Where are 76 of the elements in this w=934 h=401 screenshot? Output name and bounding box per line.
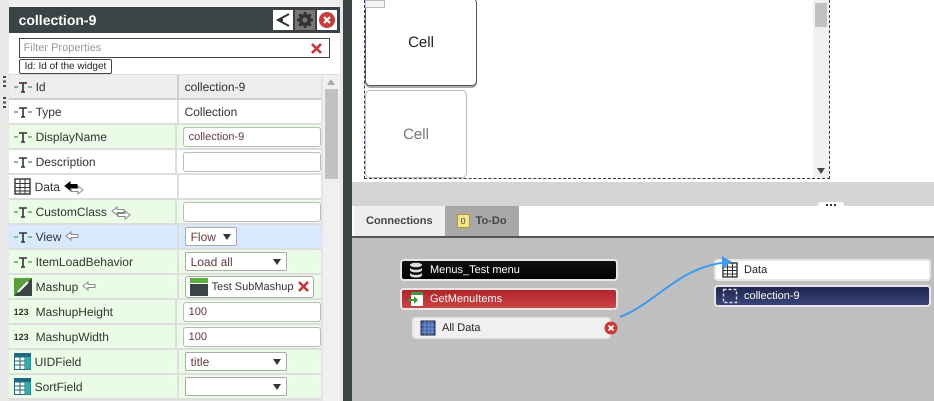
property-name: UIDField: [34, 354, 82, 368]
remove-icon[interactable]: [298, 281, 309, 292]
text-type-icon: [14, 80, 32, 92]
property-input[interactable]: 100: [182, 302, 321, 322]
property-name: Mashup: [36, 280, 78, 294]
property-name: MashupHeight: [36, 304, 113, 318]
property-dropdown[interactable]: Flow: [184, 227, 237, 246]
property-dropdown[interactable]: title: [184, 352, 287, 371]
property-value: collection-9: [184, 80, 246, 94]
table-icon: [722, 262, 738, 278]
property-name: SortField: [34, 380, 83, 394]
scroll-thumb[interactable]: [324, 89, 338, 179]
selection-frame-icon: [722, 288, 738, 304]
number-type-icon: 123: [14, 306, 32, 316]
source-node[interactable]: Menus_Test menu: [400, 259, 618, 281]
collection-cell[interactable]: Cell: [365, 90, 467, 178]
property-name: Type: [36, 104, 62, 118]
text-type-icon: [14, 130, 32, 142]
property-input[interactable]: [182, 152, 321, 172]
target-node[interactable]: Data: [714, 259, 931, 281]
number-type-icon: 123: [14, 332, 32, 342]
mashup-chip[interactable]: Test SubMashup: [184, 276, 314, 298]
caret-icon: [272, 384, 281, 390]
text-type-icon: [14, 206, 32, 218]
clear-icon[interactable]: [310, 43, 322, 54]
mashup-icon: [190, 278, 208, 296]
scrollbar[interactable]: [322, 75, 340, 401]
field-table-icon: [14, 378, 31, 395]
property-name: DisplayName: [36, 130, 107, 144]
grip-handle[interactable]: [2, 76, 6, 87]
property-name: Description: [36, 154, 96, 168]
field-table-icon: [14, 353, 31, 370]
remove-link-icon[interactable]: [604, 321, 618, 335]
target-node[interactable]: collection-9: [714, 285, 931, 307]
property-name: MashupWidth: [36, 330, 109, 344]
property-value: Collection: [184, 104, 238, 118]
scroll-thumb[interactable]: [815, 3, 827, 27]
panel-tab[interactable]: Connections: [354, 206, 445, 236]
caret-icon: [222, 234, 231, 240]
text-type-icon: [14, 106, 32, 118]
text-type-icon: [14, 230, 32, 242]
property-name: View: [36, 230, 62, 244]
scrollbar[interactable]: [813, 0, 829, 178]
text-type-icon: [14, 256, 32, 268]
grip-handle[interactable]: [2, 97, 6, 108]
mashup-icon: [14, 278, 32, 296]
scroll-down-icon[interactable]: [817, 168, 825, 174]
caret-icon: [272, 258, 281, 264]
tooltip: Id: Id of the widget: [18, 59, 112, 74]
service-icon: [408, 291, 424, 307]
share-button[interactable]: [272, 10, 293, 30]
binding-arrow-icon[interactable]: [64, 178, 84, 194]
property-input[interactable]: collection-9: [182, 126, 321, 146]
source-node[interactable]: GetMenuItems: [400, 288, 618, 310]
property-name: Id: [36, 80, 46, 94]
property-input[interactable]: [182, 202, 321, 222]
close-button[interactable]: [316, 10, 337, 30]
caret-icon: [272, 358, 281, 364]
grid-icon: [420, 320, 436, 336]
collection-cell[interactable]: Cell: [365, 0, 477, 86]
property-name: Data: [34, 180, 60, 194]
panel-title: collection-9: [18, 12, 98, 28]
text-type-icon: [14, 156, 32, 168]
property-dropdown[interactable]: [184, 377, 287, 396]
property-name: ItemLoadBehavior: [36, 254, 133, 268]
source-node[interactable]: All Data: [412, 317, 611, 339]
table-icon: [14, 178, 31, 195]
filter-field[interactable]: Filter Properties: [18, 38, 330, 58]
resize-handle[interactable]: [818, 202, 844, 208]
database-icon: [408, 262, 424, 278]
collection-widget[interactable]: Cell Cell: [364, 0, 830, 179]
property-dropdown[interactable]: Load all: [184, 252, 287, 271]
property-input[interactable]: 100: [182, 326, 321, 346]
property-name: CustomClass: [36, 204, 107, 218]
panel-tab[interactable]: 0 To-Do: [444, 206, 519, 236]
scroll-up-icon[interactable]: [327, 79, 336, 85]
